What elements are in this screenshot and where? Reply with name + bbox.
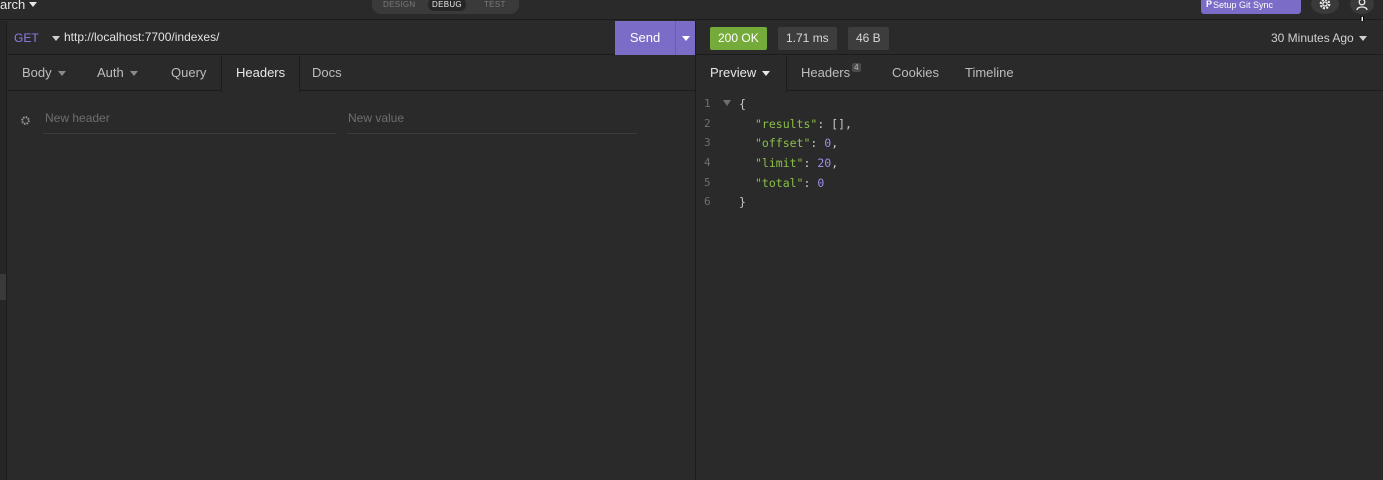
top-bar: arch DESIGN DEBUG TEST P Setup Git Sync xyxy=(0,0,1383,20)
json-value: 0 xyxy=(817,176,825,190)
json-key: "limit" xyxy=(755,156,804,170)
code-line: 2 "results": [], xyxy=(696,117,1383,137)
git-icon: P xyxy=(1206,0,1213,9)
tab-auth[interactable]: Auth xyxy=(97,56,138,91)
response-tabs: Preview Headers 4 Cookies Timeline xyxy=(696,56,1383,92)
mode-test-tab[interactable]: TEST xyxy=(484,0,506,9)
header-name-input[interactable]: New header xyxy=(43,106,336,134)
url-input[interactable]: http://localhost:7700/indexes/ xyxy=(64,30,219,44)
tab-auth-label: Auth xyxy=(97,65,124,80)
workspace-name[interactable]: arch xyxy=(0,0,25,12)
tab-docs[interactable]: Docs xyxy=(312,56,342,91)
tab-response-headers[interactable]: Headers 4 xyxy=(801,56,861,91)
header-value-input[interactable]: New value xyxy=(347,106,637,134)
send-button[interactable]: Send xyxy=(615,21,675,55)
response-status-bar: 200 OK 1.71 ms 46 B 30 Minutes Ago xyxy=(696,21,1383,55)
json-comma: , xyxy=(831,136,839,150)
tab-docs-label: Docs xyxy=(312,65,342,80)
json-key: "total" xyxy=(755,176,804,190)
response-pane: 200 OK 1.71 ms 46 B 30 Minutes Ago Previ… xyxy=(696,21,1383,480)
tab-query-label: Query xyxy=(171,65,207,80)
line-number: 5 xyxy=(704,176,711,189)
json-value: 20 xyxy=(817,156,832,170)
url-bar: GET http://localhost:7700/indexes/ Send xyxy=(8,21,695,55)
tab-body[interactable]: Body xyxy=(22,56,66,91)
settings-button[interactable] xyxy=(1311,0,1339,14)
code-line: 1 { xyxy=(696,97,1383,117)
code-text: { xyxy=(739,97,746,111)
chevron-down-icon[interactable] xyxy=(29,2,37,7)
response-history-selector[interactable]: 30 Minutes Ago xyxy=(1271,31,1354,45)
json-value: [] xyxy=(831,117,846,131)
code-text: "total": 0 xyxy=(755,176,825,190)
line-number: 2 xyxy=(704,117,711,130)
git-sync-label: Setup Git Sync xyxy=(1213,0,1274,10)
line-number: 3 xyxy=(704,136,711,149)
json-key: "results" xyxy=(755,117,818,131)
tab-headers[interactable]: Headers xyxy=(221,56,301,92)
code-text: "limit": 20, xyxy=(755,156,839,170)
code-line: 6 } xyxy=(696,195,1383,215)
code-text: } xyxy=(739,195,746,209)
size-badge: 46 B xyxy=(848,27,889,50)
line-number: 1 xyxy=(704,97,711,110)
mode-switch: DESIGN DEBUG TEST xyxy=(372,0,519,14)
code-text: "results": [], xyxy=(755,117,852,131)
setup-git-sync-button[interactable]: P Setup Git Sync xyxy=(1201,0,1301,14)
send-options-button[interactable] xyxy=(675,21,695,55)
sidebar-resize-handle[interactable] xyxy=(0,274,6,300)
tab-preview-label: Preview xyxy=(710,65,757,80)
chevron-down-icon xyxy=(129,71,138,77)
request-pane: GET http://localhost:7700/indexes/ Send … xyxy=(8,21,695,480)
json-key: "offset" xyxy=(755,136,811,150)
sidebar xyxy=(0,21,7,480)
json-comma: , xyxy=(831,156,839,170)
headers-count-badge: 4 xyxy=(852,63,861,72)
tab-timeline[interactable]: Timeline xyxy=(965,56,1014,91)
line-number: 4 xyxy=(704,156,711,169)
tab-timeline-label: Timeline xyxy=(965,65,1014,80)
tab-body-label: Body xyxy=(22,65,52,80)
account-button[interactable] xyxy=(1350,0,1374,14)
mode-debug-tab[interactable]: DEBUG xyxy=(428,0,466,11)
time-badge: 1.71 ms xyxy=(778,27,837,50)
chevron-down-icon[interactable] xyxy=(52,36,60,41)
account-icon xyxy=(1356,0,1368,10)
chevron-down-icon xyxy=(762,71,771,77)
code-line: 4 "limit": 20, xyxy=(696,156,1383,176)
tab-cookies[interactable]: Cookies xyxy=(892,56,939,91)
chevron-down-icon[interactable] xyxy=(1359,36,1367,41)
tab-response-headers-label: Headers xyxy=(801,65,851,80)
status-badge: 200 OK xyxy=(710,27,767,50)
header-row: New header New value xyxy=(8,106,695,136)
request-tabs: Body Auth Query Headers Docs xyxy=(8,56,695,92)
tab-headers-label: Headers xyxy=(236,65,286,80)
tab-cookies-label: Cookies xyxy=(892,65,939,80)
tab-preview[interactable]: Preview xyxy=(696,56,787,92)
mode-design-tab[interactable]: DESIGN xyxy=(383,0,415,9)
gear-icon[interactable] xyxy=(20,115,31,126)
json-comma: , xyxy=(845,117,852,131)
chevron-down-icon xyxy=(57,71,66,77)
code-text: "offset": 0, xyxy=(755,136,839,150)
fold-arrow-icon[interactable] xyxy=(723,100,731,106)
code-line: 5 "total": 0 xyxy=(696,176,1383,196)
code-line: 3 "offset": 0, xyxy=(696,136,1383,156)
line-number: 6 xyxy=(704,195,711,208)
method-selector[interactable]: GET xyxy=(14,31,39,45)
gear-icon xyxy=(1319,0,1331,10)
tab-query[interactable]: Query xyxy=(171,56,206,91)
